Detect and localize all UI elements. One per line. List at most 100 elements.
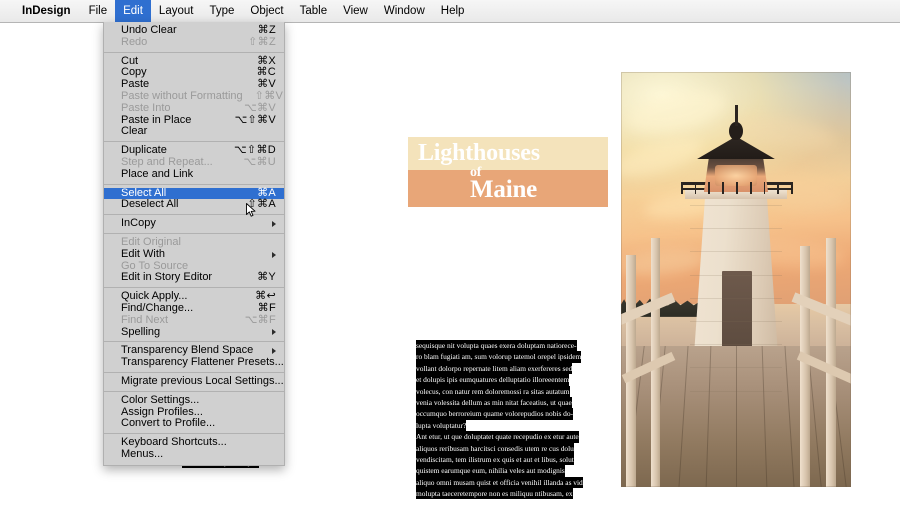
selected-text-run: lupta voluptatur? <box>416 419 467 432</box>
tower-brick-line <box>690 228 782 230</box>
lighthouse-photo[interactable] <box>621 72 851 487</box>
menu-item-shortcut: ⌥⌘F <box>244 313 276 326</box>
text-line: volecus, con natur rem doloremossi ra si… <box>416 385 594 397</box>
selected-text-run: quistem earumque eum, nihilia veles aut … <box>416 465 565 477</box>
menu-item-menus[interactable]: Menus... <box>104 447 284 461</box>
menubar-item-window[interactable]: Window <box>376 0 433 22</box>
text-column-c[interactable]: sequisque nit volupta quaes exera dolupt… <box>416 340 594 500</box>
edit-dropdown-menu[interactable]: Undo Clear ⌘Z Redo ⇧⌘Z Cut ⌘X Copy ⌘C Paste ⌘V Pas… <box>103 22 285 466</box>
menu-item-label: Edit With <box>121 247 166 260</box>
menu-separator <box>104 51 284 53</box>
submenu-arrow-icon <box>272 348 276 355</box>
menu-item-edit-in-story-editor[interactable]: Edit in Story Editor ⌘Y <box>104 272 284 284</box>
menu-item-spelling[interactable]: Spelling <box>104 325 284 339</box>
submenu-arrow-icon <box>272 221 276 228</box>
menu-separator <box>104 390 284 392</box>
menu-item-shortcut: ⌘Y <box>257 271 276 284</box>
menu-item-redo: Redo ⇧⌘Z <box>104 35 284 49</box>
railing-baluster <box>722 181 725 195</box>
railing-baluster <box>680 181 683 195</box>
title-line-3: Maine <box>470 176 538 203</box>
selected-text-run: venia volessita dellum as min nitat face… <box>416 396 572 409</box>
menu-item-label: Color Settings... <box>121 393 200 406</box>
menu-separator <box>104 183 284 185</box>
selected-text-run: aliquos reribusam harcitsci consedis ute… <box>416 442 574 454</box>
menu-item-label: Spelling <box>121 325 161 338</box>
menu-item-edit-with[interactable]: Edit With <box>104 247 284 261</box>
menu-item-find-change[interactable]: Find/Change... ⌘F <box>104 301 284 315</box>
menu-separator <box>104 433 284 435</box>
menu-item-label: Redo <box>121 35 148 48</box>
submenu-arrow-icon <box>272 251 276 258</box>
text-line: vollant dolorpo repernate litem aliam ex… <box>416 362 594 375</box>
menu-item-deselect-all[interactable]: Deselect All ⇧⌘A <box>104 199 284 211</box>
menu-item-color-settings[interactable]: Color Settings... <box>104 393 284 407</box>
menu-item-migrate-previous-local-settings[interactable]: Migrate previous Local Settings... <box>104 374 284 388</box>
menu-item-paste-without-formatting: Paste without Formatting ⇧⌘V <box>104 89 284 103</box>
tower-brick-line <box>690 251 782 253</box>
menubar-item-file[interactable]: File <box>81 0 116 22</box>
tower-brick-line <box>690 204 782 206</box>
menubar-item-view[interactable]: View <box>335 0 376 22</box>
railing-baluster <box>694 181 697 195</box>
text-line: venia volessita dellum as min nitat face… <box>416 396 594 409</box>
menu-item-label: Step and Repeat... <box>121 155 213 168</box>
selected-text-run: Ant etur, ut que doluptatet quate recepu… <box>416 431 579 443</box>
selected-text-run: volecus, con natur rem doloremossi ra si… <box>416 385 570 397</box>
menubar-item-table[interactable]: Table <box>292 0 336 22</box>
menu-item-label: Find/Change... <box>121 301 194 314</box>
menubar-item-object[interactable]: Object <box>242 0 291 22</box>
menu-separator <box>104 341 284 343</box>
menu-item-shortcut: ⌥⌘U <box>243 155 276 168</box>
title-block[interactable]: Lighthouses of Maine <box>408 137 608 207</box>
menu-item-label: Convert to Profile... <box>121 417 216 430</box>
tower-brick-line <box>690 344 782 346</box>
menu-separator <box>104 141 284 143</box>
text-line: vendiscitam, tem ilistrum ex quis et aut… <box>416 453 594 466</box>
menu-item-label: Deselect All <box>121 198 179 211</box>
menu-item-incopy[interactable]: InCopy <box>104 217 284 230</box>
menu-item-convert-to-profile[interactable]: Convert to Profile... <box>104 418 284 430</box>
selected-text-run: aliquo omni musam quist et officia venih… <box>416 476 583 489</box>
menu-separator <box>104 232 284 234</box>
railing-baluster <box>749 181 752 195</box>
tower-brick-line <box>690 367 782 369</box>
menu-separator <box>104 371 284 373</box>
menu-item-shortcut: ⇧⌘Z <box>248 35 276 48</box>
menubar-item-indesign[interactable]: InDesign <box>0 0 81 22</box>
submenu-arrow-icon <box>272 329 276 336</box>
tower-brick-line <box>690 274 782 276</box>
menu-item-paste-into: Paste Into ⌥⌘V <box>104 102 284 115</box>
menubar-item-layout[interactable]: Layout <box>151 0 202 22</box>
menubar-item-type[interactable]: Type <box>201 0 242 22</box>
menubar-item-edit[interactable]: Edit <box>115 0 151 22</box>
menu-item-clear[interactable]: Clear <box>104 126 284 138</box>
text-line: ro blam fugiati am, sum volorup tatemol … <box>416 351 594 363</box>
text-line: Ant etur, ut que doluptatet quate recepu… <box>416 431 594 443</box>
text-line: aliquos reribusam harcitsci consedis ute… <box>416 442 594 454</box>
tower-brick-line <box>690 297 782 299</box>
selected-text-run: vollant dolorpo repernate litem aliam ex… <box>416 362 573 375</box>
menu-item-label: InCopy <box>121 217 156 230</box>
menu-item-shortcut: ⌘F <box>257 301 276 314</box>
menu-item-label: Place and Link <box>121 167 194 180</box>
menu-item-shortcut: ⌥⇧⌘V <box>234 113 276 126</box>
menu-item-place-and-link[interactable]: Place and Link <box>104 167 284 181</box>
photo-frame-border <box>621 72 851 487</box>
text-line: aliquo omni musam quist et officia venih… <box>416 476 594 489</box>
selected-text-run: et dolupis ipis eumquatures delluptatio … <box>416 374 570 386</box>
tower-brick-line <box>690 390 782 392</box>
menu-item-label: Transparency Flattener Presets... <box>121 356 284 369</box>
menu-bar[interactable]: InDesign File Edit Layout Type Object Table Vie… <box>0 0 900 23</box>
selected-text-run: molupta taeceretempore non es miliquu nt… <box>416 488 573 500</box>
railing-baluster <box>763 181 766 195</box>
menu-item-transparency-flattener-presets[interactable]: Transparency Flattener Presets... <box>104 356 284 369</box>
menu-item-label: Migrate previous Local Settings... <box>121 374 284 387</box>
menu-separator <box>104 287 284 289</box>
selected-text-run: vendiscitam, tem ilistrum ex quis et aut… <box>416 453 574 466</box>
menu-item-label: Menus... <box>121 447 164 460</box>
menu-item-label: Edit in Story Editor <box>121 271 213 284</box>
title-line-1: Lighthouses <box>418 140 540 166</box>
menu-item-shortcut: ⇧⌘V <box>254 89 284 102</box>
menubar-item-help[interactable]: Help <box>433 0 473 22</box>
